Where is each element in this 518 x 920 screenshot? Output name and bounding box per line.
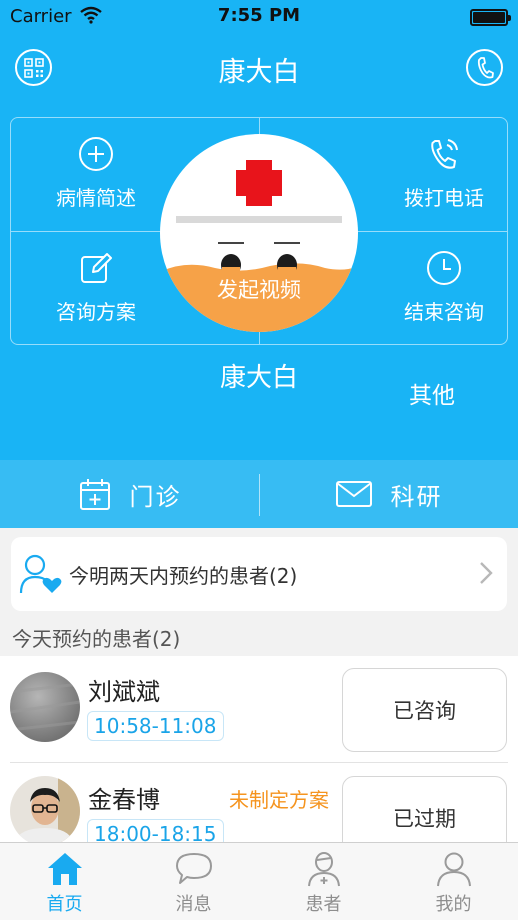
appointment-time: 18:00-18:15 (87, 819, 224, 842)
call-phone-button[interactable]: 拨打电话 (359, 118, 518, 228)
clock-icon (427, 250, 461, 285)
patient-icon (307, 852, 340, 887)
condition-summary-label: 病情简述 (56, 185, 136, 210)
tab-research[interactable]: 科研 (259, 460, 518, 528)
upcoming-patients-banner[interactable]: 今明两天内预约的患者(2) (11, 537, 507, 611)
header-panel: Carrier 7:55 PM 康大白 病情简述 拨打电话 咨询方案 结束咨询 … (0, 0, 518, 460)
upcoming-patients-text: 今明两天内预约的患者(2) (69, 563, 298, 588)
tab-messages-label: 消息 (175, 894, 212, 915)
consult-status-button[interactable]: 已过期 (342, 776, 507, 842)
start-video-button[interactable]: 发起视频 (160, 134, 358, 332)
phone-call-icon (431, 138, 458, 169)
appointment-time: 10:58-11:08 (87, 711, 224, 741)
end-consult-button[interactable]: 结束咨询 (359, 232, 518, 342)
end-consult-label: 结束咨询 (404, 299, 484, 324)
patient-name: 金春博 (88, 786, 160, 814)
patient-name: 刘斌斌 (88, 678, 160, 706)
patient-heart-icon (19, 554, 62, 594)
phone-icon (477, 56, 494, 78)
row-divider (10, 762, 508, 763)
tab-me-label: 我的 (435, 894, 472, 915)
appointment-list: 刘斌斌 10:58-11:08 已咨询 金春博 未制定方案 18:00-18:1… (0, 656, 518, 842)
call-phone-label: 拨打电话 (404, 185, 484, 210)
list-item[interactable]: 金春博 未制定方案 18:00-18:15 已过期 (0, 764, 518, 842)
status-bar: Carrier 7:55 PM (0, 0, 518, 34)
tab-home[interactable]: 首页 (0, 843, 129, 920)
calendar-plus-icon (79, 479, 110, 510)
tab-patients[interactable]: 患者 (259, 843, 388, 920)
bottom-tab-bar: 首页 消息 患者 我的 (0, 842, 518, 920)
tab-research-label: 科研 (390, 482, 443, 511)
battery-icon (470, 9, 511, 26)
list-item[interactable]: 刘斌斌 10:58-11:08 已咨询 (0, 656, 518, 764)
plus-circle-icon (79, 136, 113, 171)
clock-label: 7:55 PM (217, 5, 301, 26)
tab-outpatient-label: 门诊 (129, 482, 182, 511)
consult-plan-button[interactable]: 咨询方案 (11, 232, 181, 342)
chevron-right-icon (480, 562, 493, 584)
today-appointments-title: 今天预约的患者(2) (12, 627, 181, 651)
consult-plan-label: 咨询方案 (56, 299, 136, 324)
start-video-label: 发起视频 (217, 278, 301, 302)
avatar (10, 672, 80, 742)
phone-button[interactable] (466, 49, 503, 86)
tab-home-label: 首页 (46, 894, 83, 915)
condition-summary-button[interactable]: 病情简述 (11, 118, 181, 228)
tab-messages[interactable]: 消息 (129, 843, 258, 920)
page-title: 康大白 (218, 57, 300, 88)
secondary-tabs: 门诊 科研 (0, 460, 518, 528)
chat-bubble-icon (175, 853, 212, 884)
home-icon (47, 853, 82, 885)
consult-status-button[interactable]: 已咨询 (342, 668, 507, 752)
other-button[interactable]: 其他 (390, 376, 474, 410)
edit-icon (81, 252, 112, 283)
user-icon (436, 852, 471, 887)
avatar (10, 776, 80, 842)
tab-patients-label: 患者 (305, 894, 342, 915)
no-plan-warning: 未制定方案 (229, 788, 329, 812)
mail-icon (335, 481, 372, 507)
tab-me[interactable]: 我的 (389, 843, 518, 920)
tab-outpatient[interactable]: 门诊 (0, 460, 259, 528)
